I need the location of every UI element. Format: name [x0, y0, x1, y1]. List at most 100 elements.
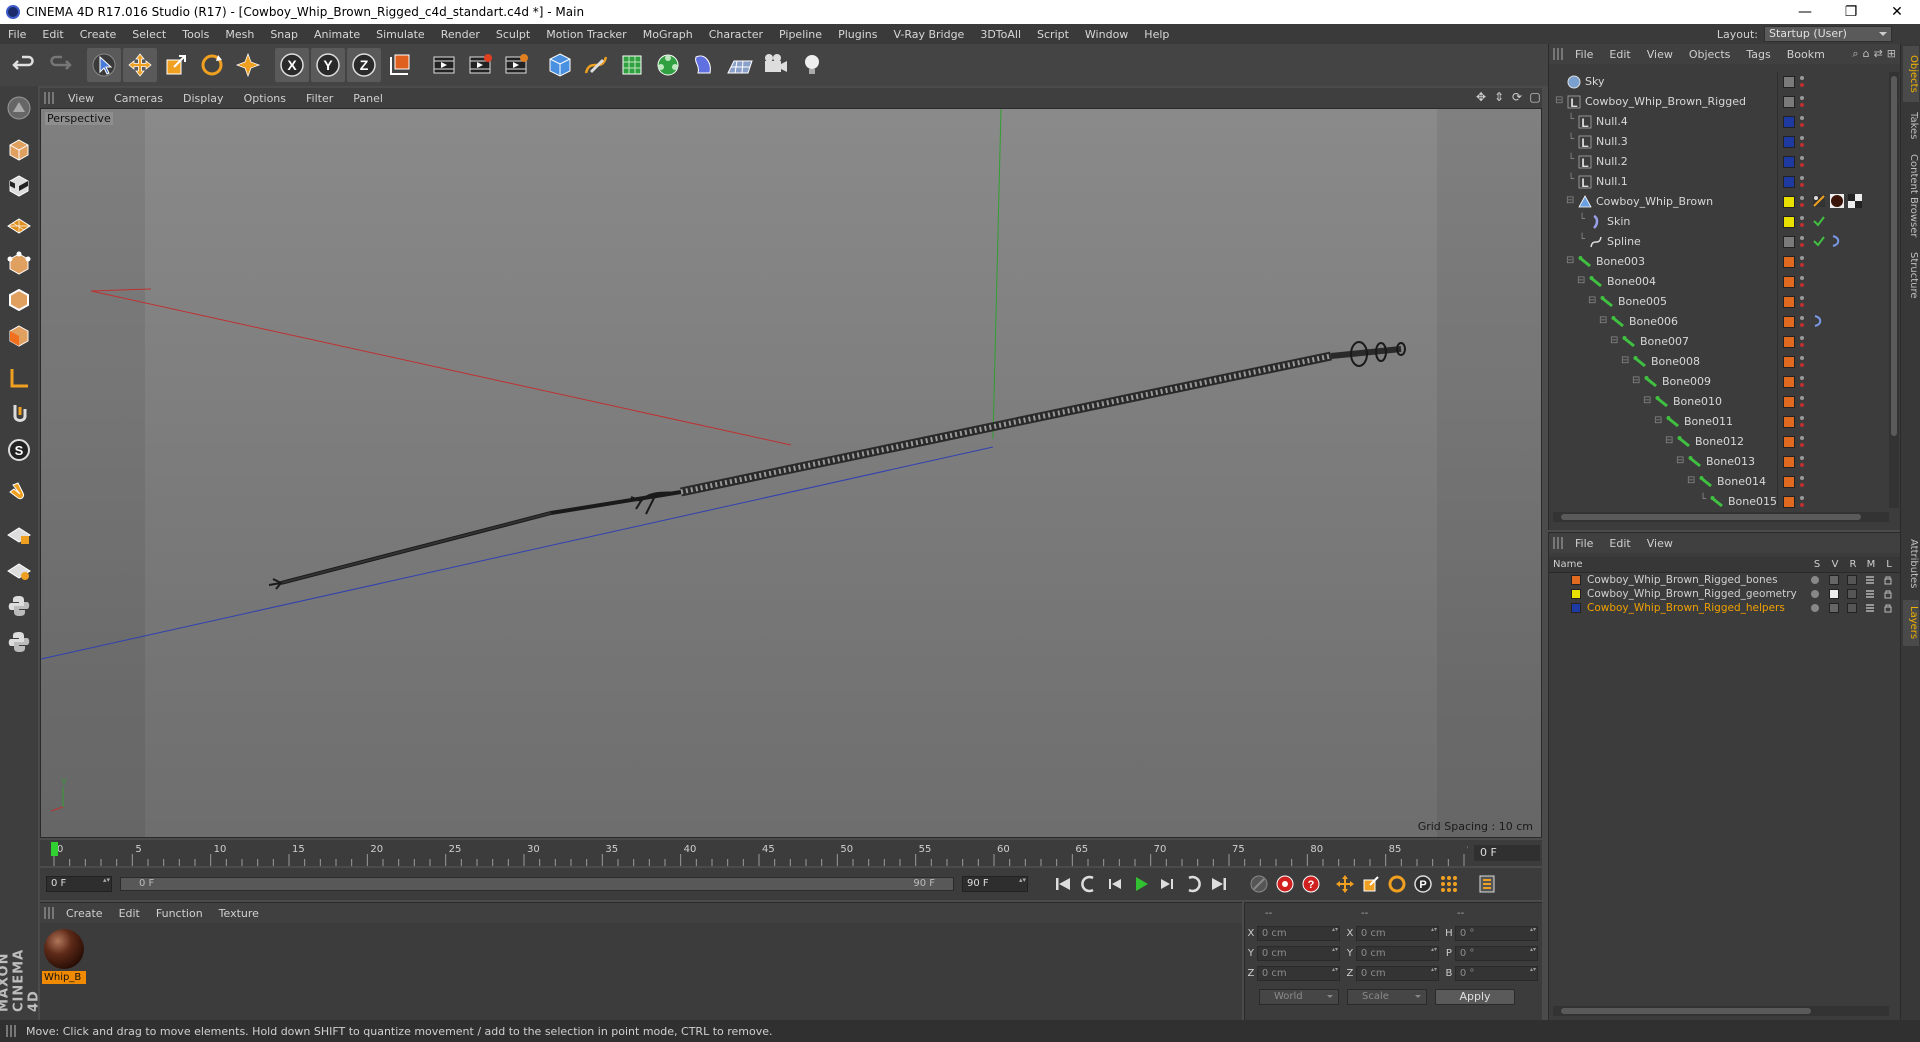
- layer-color-swatch[interactable]: [1783, 316, 1795, 328]
- object-name[interactable]: Bone011: [1684, 415, 1733, 428]
- menu-create[interactable]: Create: [72, 28, 125, 41]
- python-script-icon[interactable]: [3, 590, 35, 622]
- object-row-skin[interactable]: └ Skin: [1549, 212, 1889, 232]
- expand-toggle-icon[interactable]: ⊟: [1654, 415, 1662, 426]
- perspective-viewport[interactable]: Perspective Y Grid Spacing : 10 cm: [40, 108, 1542, 838]
- camera-icon[interactable]: [759, 48, 793, 82]
- array-generator-icon[interactable]: [651, 48, 685, 82]
- panel-grip[interactable]: [1553, 48, 1563, 60]
- menu-help[interactable]: Help: [1136, 28, 1177, 41]
- start-frame-field[interactable]: 0 F: [46, 876, 112, 892]
- object-row-sky[interactable]: Sky: [1549, 72, 1889, 92]
- previous-key-icon[interactable]: [1076, 871, 1102, 897]
- object-name[interactable]: Null.2: [1596, 155, 1628, 168]
- layer-color-swatch[interactable]: [1571, 603, 1581, 613]
- grid-lock-icon[interactable]: [3, 518, 35, 550]
- render-column[interactable]: R: [1847, 559, 1859, 570]
- viewport-menu-display[interactable]: Display: [173, 92, 234, 105]
- home-icon[interactable]: ⌂: [1863, 47, 1870, 61]
- maximize-view-icon[interactable]: ▢: [1528, 90, 1542, 104]
- expand-toggle-icon[interactable]: ⊟: [1599, 315, 1607, 326]
- render-toggle-icon[interactable]: [1847, 575, 1857, 585]
- layer-color-swatch[interactable]: [1783, 476, 1795, 488]
- object-row-bone014[interactable]: ⊟ Bone014: [1549, 472, 1889, 492]
- add-object-icon[interactable]: [231, 48, 265, 82]
- timeline-ruler[interactable]: 051015202530354045505560657075808590 0 F: [40, 840, 1542, 866]
- menu-motion-tracker[interactable]: Motion Tracker: [538, 28, 634, 41]
- visibility-dots[interactable]: [1799, 415, 1805, 429]
- menu-snap[interactable]: Snap: [262, 28, 306, 41]
- object-name[interactable]: Null.4: [1596, 115, 1628, 128]
- layer-color-swatch[interactable]: [1783, 96, 1795, 108]
- rot-b-field[interactable]: 0 °: [1454, 965, 1538, 981]
- texture-tag-icon[interactable]: [1847, 194, 1863, 210]
- phong-tag-icon[interactable]: [1811, 194, 1827, 210]
- tab-content-browser[interactable]: Content Browser: [1903, 150, 1919, 242]
- visibility-dots[interactable]: [1799, 255, 1805, 269]
- objects-menu-tags[interactable]: Tags: [1738, 48, 1778, 61]
- visibility-dots[interactable]: [1799, 355, 1805, 369]
- layer-row[interactable]: Cowboy_Whip_Brown_Rigged_helpers: [1549, 601, 1900, 615]
- rot-h-field[interactable]: 0 °: [1454, 925, 1538, 941]
- object-name[interactable]: Bone012: [1695, 435, 1744, 448]
- expand-toggle-icon[interactable]: ⊟: [1555, 95, 1563, 106]
- render-toggle-icon[interactable]: [1847, 589, 1857, 599]
- object-name[interactable]: Bone003: [1596, 255, 1645, 268]
- layer-color-swatch[interactable]: [1783, 76, 1795, 88]
- layer-color-swatch[interactable]: [1783, 496, 1795, 508]
- object-row-bone003[interactable]: ⊟ Bone003: [1549, 252, 1889, 272]
- key-scale-icon[interactable]: [1358, 871, 1384, 897]
- close-button[interactable]: ✕: [1874, 0, 1920, 24]
- link-icon[interactable]: ⇄: [1874, 47, 1883, 61]
- enable-axis-icon[interactable]: [3, 362, 35, 394]
- locked-column[interactable]: L: [1883, 559, 1895, 570]
- autokeying-icon[interactable]: ?: [1298, 871, 1324, 897]
- magnet-icon[interactable]: [3, 476, 35, 508]
- polygons-mode-icon[interactable]: [3, 320, 35, 352]
- menu-pipeline[interactable]: Pipeline: [771, 28, 830, 41]
- menu-mograph[interactable]: MoGraph: [635, 28, 701, 41]
- object-row-spline[interactable]: └ Spline: [1549, 232, 1889, 252]
- visibility-dots[interactable]: [1799, 195, 1805, 209]
- minimize-button[interactable]: —: [1782, 0, 1828, 24]
- menu-animate[interactable]: Animate: [306, 28, 368, 41]
- layer-color-swatch[interactable]: [1783, 276, 1795, 288]
- texture-mode-icon[interactable]: [3, 170, 35, 202]
- object-row-bone015[interactable]: └ Bone015: [1549, 492, 1889, 512]
- coordinate-system-icon[interactable]: [383, 48, 417, 82]
- object-row-null-2[interactable]: └ L Null.2: [1549, 152, 1889, 172]
- orbit-view-icon[interactable]: ⟳: [1510, 90, 1524, 104]
- menu-sculpt[interactable]: Sculpt: [488, 28, 538, 41]
- go-to-start-icon[interactable]: [1050, 871, 1076, 897]
- menu-vray-bridge[interactable]: V-Ray Bridge: [885, 28, 972, 41]
- layer-color-swatch[interactable]: [1783, 116, 1795, 128]
- layer-name[interactable]: Cowboy_Whip_Brown_Rigged_helpers: [1587, 602, 1785, 614]
- object-name[interactable]: Spline: [1607, 235, 1641, 248]
- key-point-level-icon[interactable]: [1436, 871, 1462, 897]
- object-tree-vertical-scrollbar[interactable]: [1889, 72, 1899, 508]
- material-tag-icon[interactable]: [1829, 194, 1845, 210]
- pos-z-field[interactable]: 0 cm: [1256, 965, 1340, 981]
- object-name[interactable]: Null.1: [1596, 175, 1628, 188]
- next-key-icon[interactable]: [1180, 871, 1206, 897]
- tab-attributes[interactable]: Attributes: [1903, 532, 1919, 596]
- menu-script[interactable]: Script: [1029, 28, 1077, 41]
- select-arrow-icon[interactable]: [87, 48, 121, 82]
- layer-row[interactable]: Cowboy_Whip_Brown_Rigged_bones: [1549, 573, 1900, 587]
- size-y-field[interactable]: 0 cm: [1355, 945, 1439, 961]
- material-menu-function[interactable]: Function: [148, 907, 211, 920]
- key-rotation-icon[interactable]: [1384, 871, 1410, 897]
- layout-dropdown[interactable]: Startup (User): [1764, 26, 1892, 42]
- edges-mode-icon[interactable]: [3, 284, 35, 316]
- menu-render[interactable]: Render: [433, 28, 488, 41]
- cube-primitive-icon[interactable]: [543, 48, 577, 82]
- object-row-bone011[interactable]: ⊟ Bone011: [1549, 412, 1889, 432]
- visibility-dots[interactable]: [1799, 135, 1805, 149]
- object-name[interactable]: Cowboy_Whip_Brown_Rigged: [1585, 95, 1746, 108]
- object-name[interactable]: Bone008: [1651, 355, 1700, 368]
- expand-toggle-icon[interactable]: ⊟: [1621, 355, 1629, 366]
- layer-color-swatch[interactable]: [1783, 176, 1795, 188]
- visibility-dots[interactable]: [1799, 335, 1805, 349]
- menu-tools[interactable]: Tools: [174, 28, 217, 41]
- panel-grip[interactable]: [1553, 537, 1563, 549]
